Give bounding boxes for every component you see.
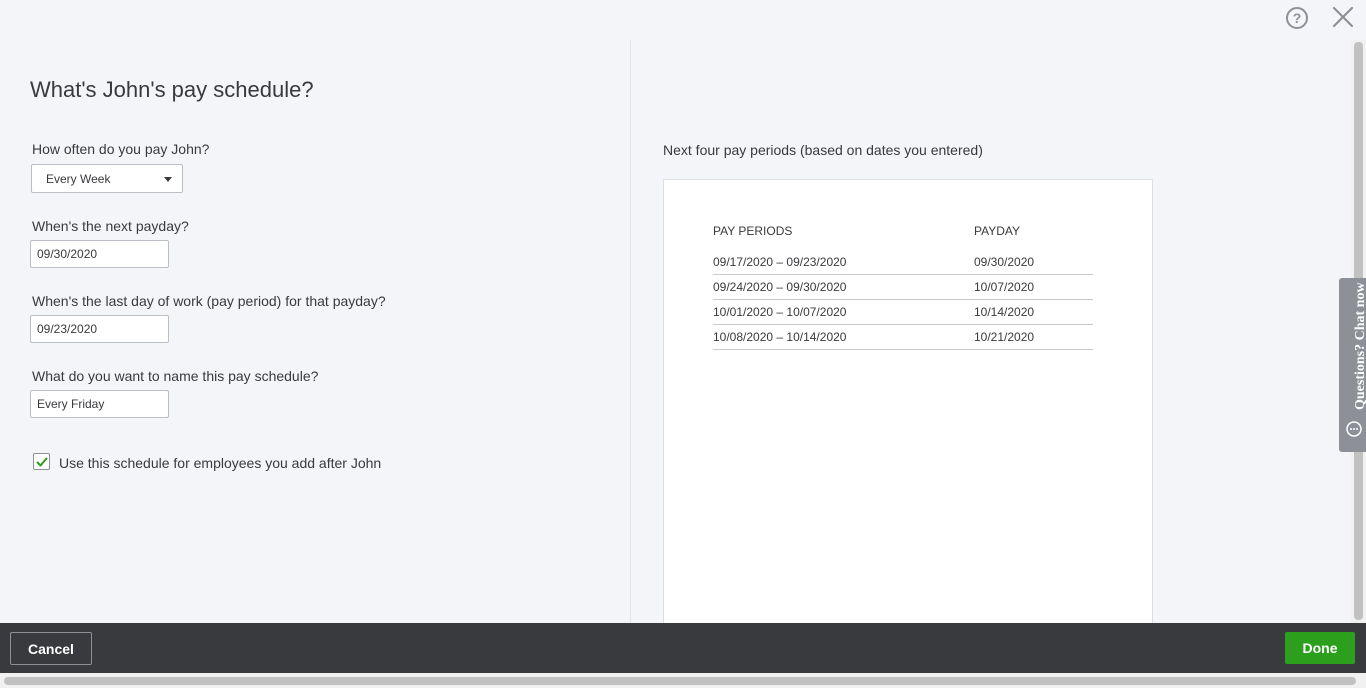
preview-panel: Next four pay periods (based on dates yo… [631, 40, 1351, 629]
horizontal-scrollbar-thumb[interactable] [4, 677, 1356, 685]
pay-periods-heading: Next four pay periods (based on dates yo… [663, 142, 983, 158]
payday-cell: 10/07/2020 [974, 280, 1035, 294]
last-work-day-label: When's the last day of work (pay period)… [32, 293, 386, 309]
next-payday-input[interactable] [30, 240, 169, 268]
schedule-name-label: What do you want to name this pay schedu… [32, 368, 319, 384]
cancel-button[interactable]: Cancel [10, 632, 92, 665]
apply-to-new-employees-checkbox[interactable] [33, 453, 50, 470]
checkmark-icon [36, 457, 48, 467]
page-title: What's John's pay schedule? [30, 77, 314, 102]
column-header-payday: PAYDAY [974, 224, 1021, 238]
pay-frequency-value: Every Week [46, 172, 111, 186]
dialog-footer: Cancel Done [0, 623, 1366, 673]
table-row: 09/24/2020 – 09/30/2020 10/07/2020 [713, 275, 1093, 300]
done-button[interactable]: Done [1285, 632, 1355, 664]
table-header: PAY PERIODS PAYDAY [713, 224, 1093, 250]
chat-now-tab[interactable]: Questions? Chat now [1339, 278, 1366, 452]
table-row: 09/17/2020 – 09/23/2020 09/30/2020 [713, 250, 1093, 275]
payday-cell: 10/14/2020 [974, 305, 1035, 319]
pay-period-cell: 09/17/2020 – 09/23/2020 [713, 255, 847, 269]
chevron-down-icon [164, 177, 172, 182]
table-row: 10/08/2020 – 10/14/2020 10/21/2020 [713, 325, 1093, 350]
schedule-name-input[interactable] [30, 390, 169, 418]
column-header-pay-periods: PAY PERIODS [713, 224, 793, 238]
horizontal-scrollbar[interactable] [0, 673, 1366, 688]
form-panel: What's John's pay schedule? How often do… [0, 40, 630, 623]
chat-now-label: Questions? Chat now [1353, 282, 1366, 410]
pay-period-cell: 10/08/2020 – 10/14/2020 [713, 330, 847, 344]
chat-bubble-icon [1346, 421, 1362, 437]
frequency-label: How often do you pay John? [32, 141, 210, 157]
pay-periods-card: PAY PERIODS PAYDAY 09/17/2020 – 09/23/20… [663, 179, 1153, 629]
next-payday-label: When's the next payday? [32, 218, 189, 234]
payday-cell: 10/21/2020 [974, 330, 1035, 344]
pay-period-cell: 09/24/2020 – 09/30/2020 [713, 280, 847, 294]
pay-frequency-select[interactable]: Every Week [31, 164, 183, 193]
table-row: 10/01/2020 – 10/07/2020 10/14/2020 [713, 300, 1093, 325]
close-icon[interactable] [1331, 5, 1355, 29]
help-icon[interactable]: ? [1286, 7, 1308, 29]
last-work-day-input[interactable] [30, 315, 169, 343]
pay-schedule-dialog: ? What's John's pay schedule? How often … [0, 0, 1366, 688]
pay-periods-table: PAY PERIODS PAYDAY 09/17/2020 – 09/23/20… [713, 224, 1093, 350]
pay-period-cell: 10/01/2020 – 10/07/2020 [713, 305, 847, 319]
apply-to-new-employees-label[interactable]: Use this schedule for employees you add … [59, 455, 381, 471]
payday-cell: 09/30/2020 [974, 255, 1035, 269]
